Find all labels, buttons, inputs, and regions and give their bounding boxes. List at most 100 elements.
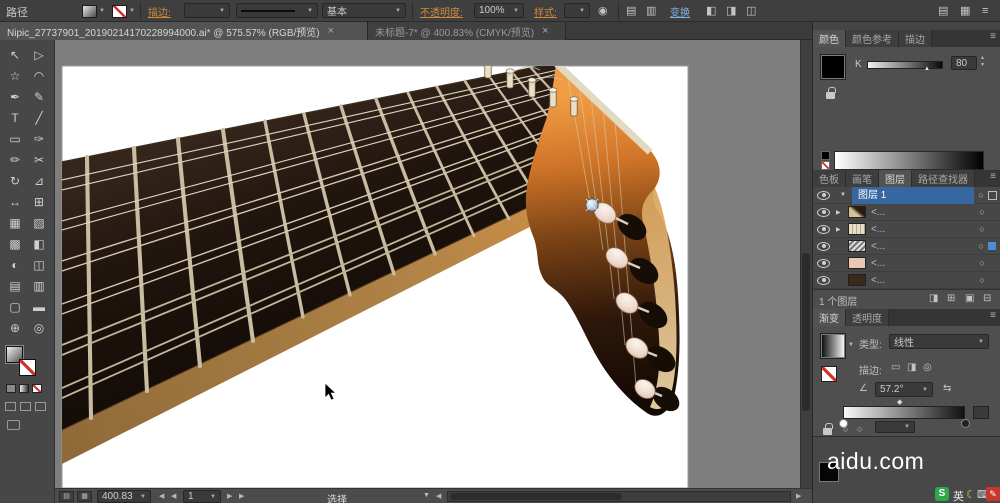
handwriting-icon[interactable]: ✎	[986, 487, 1000, 501]
target-circle-icon[interactable]: ○	[975, 275, 989, 285]
layer-label[interactable]: <...	[866, 241, 974, 252]
panel-menu-icon[interactable]: ≡	[985, 309, 1000, 326]
magic-wand-tool[interactable]: ☆	[4, 67, 26, 86]
symbol-sprayer-tool[interactable]: ▤	[4, 277, 26, 296]
draw-behind-button[interactable]	[20, 402, 31, 411]
make-mask-icon[interactable]: ◨	[929, 292, 938, 306]
blend-tool[interactable]: ◫	[28, 256, 50, 275]
hand-tool[interactable]: ⊕	[4, 319, 26, 338]
stroke-gradient-along-icon[interactable]: ◨	[907, 361, 916, 375]
slider-marker-icon[interactable]: ▲	[924, 66, 930, 72]
k-value-input[interactable]: 80	[951, 56, 977, 70]
line-tool[interactable]: ╱	[28, 109, 50, 128]
scissors-tool[interactable]: ✂	[28, 151, 50, 170]
status-icon[interactable]: ▦	[77, 491, 92, 502]
rectangle-tool[interactable]: ▭	[4, 130, 26, 149]
target-circle-icon[interactable]: ○	[974, 190, 988, 200]
stroke-color-swatch[interactable]: ▼	[112, 3, 135, 19]
layer-label[interactable]: <...	[866, 224, 975, 235]
stop-location-select[interactable]: ▼	[875, 421, 915, 433]
gradient-slider[interactable]	[843, 406, 965, 419]
slice-tool[interactable]: ▬	[28, 298, 50, 317]
tab-transparency[interactable]: 透明度	[846, 309, 889, 326]
reverse-gradient-icon[interactable]: ⇆	[943, 382, 951, 396]
direct-selection-tool[interactable]: ▷	[28, 46, 50, 65]
style-panel-link[interactable]: 样式:	[534, 4, 557, 19]
status-icon[interactable]: ▤	[59, 491, 74, 502]
eyedropper-tool[interactable]: ◐	[4, 256, 26, 275]
width-tool[interactable]: ↔	[4, 193, 26, 212]
close-icon[interactable]: ×	[542, 25, 548, 37]
prev-artboard-button[interactable]: ◀	[171, 492, 176, 500]
black-swatch[interactable]	[821, 151, 830, 160]
stroke-panel-link[interactable]: 描边:	[148, 4, 171, 19]
stroke-weight-select[interactable]: ▼	[184, 3, 230, 18]
workspace-icon[interactable]: ▤	[938, 4, 948, 18]
layer-label[interactable]: <...	[866, 275, 975, 286]
gradient-mode-button[interactable]	[19, 384, 29, 393]
tab-brushes[interactable]: 画笔	[846, 170, 879, 187]
horizontal-scrollbar-thumb[interactable]	[450, 493, 622, 500]
lock-icon[interactable]	[823, 423, 833, 435]
sogou-ime-icon[interactable]: S	[935, 487, 949, 501]
midpoint-diamond-icon[interactable]: ◆	[897, 398, 902, 406]
tab-pathfinder[interactable]: 路径查找器	[912, 170, 975, 187]
location-stop-icon[interactable]: ○	[857, 422, 862, 436]
vertical-scrollbar-thumb[interactable]	[802, 253, 810, 411]
reverse-swatch[interactable]	[821, 366, 837, 382]
artboard-number-select[interactable]: 1 ▼	[183, 490, 221, 503]
color-mode-button[interactable]	[6, 384, 16, 393]
group-icon[interactable]: ◨	[726, 4, 736, 18]
canvas-area[interactable]	[55, 40, 800, 488]
stroke-profile-select[interactable]: ▼	[236, 3, 318, 18]
recolor-artwork-icon[interactable]: ◉	[598, 4, 608, 18]
document-tab-1[interactable]: Nipic_27737901_20190214170228994000.ai* …	[0, 22, 368, 40]
target-circle-icon[interactable]: ○	[975, 224, 989, 234]
opacity-panel-link[interactable]: 不透明度:	[420, 4, 463, 19]
first-artboard-button[interactable]: ◀	[159, 492, 164, 500]
layer-row-header[interactable]: ▼ 图层 1 ○	[813, 186, 1000, 204]
fill-color-swatch[interactable]: ▼	[82, 3, 105, 19]
isolate-icon[interactable]: ◫	[746, 4, 756, 18]
gradient-stop-right[interactable]	[961, 419, 970, 428]
stroke-gradient-within-icon[interactable]: ▭	[891, 361, 900, 375]
target-circle-icon[interactable]: ○	[975, 207, 989, 217]
visibility-eye-icon[interactable]	[817, 224, 830, 234]
spinner-down-icon[interactable]: ▼	[980, 62, 985, 68]
layer-row[interactable]: ▶ <... ○	[813, 221, 1000, 238]
style-swatch-select[interactable]: ▼	[564, 3, 590, 18]
new-layer-icon[interactable]: ▣	[965, 292, 974, 306]
type-tool[interactable]: T	[4, 109, 26, 128]
gradient-options-box[interactable]	[973, 406, 989, 419]
none-swatch[interactable]	[821, 161, 830, 170]
layer-name[interactable]: 图层 1	[852, 186, 974, 204]
expand-closed-icon[interactable]: ▶	[836, 209, 848, 216]
zoom-tool[interactable]: ◎	[28, 319, 50, 338]
layer-label[interactable]: <...	[866, 258, 975, 269]
paintbrush-tool[interactable]: ✑	[28, 130, 50, 149]
stroke-proxy-swatch[interactable]	[19, 359, 36, 376]
tab-stroke[interactable]: 描边	[899, 30, 932, 47]
color-spectrum-bar[interactable]	[834, 151, 984, 170]
opacity-select[interactable]: 100% ▼	[474, 3, 524, 18]
gradient-tool[interactable]: ◧	[28, 235, 50, 254]
tab-color[interactable]: 颜色	[813, 30, 846, 47]
current-color-swatch[interactable]	[820, 54, 846, 80]
shape-builder-tool[interactable]: ▦	[4, 214, 26, 233]
document-tab-2[interactable]: 未标题-7* @ 400.83% (CMYK/预览) ×	[368, 22, 566, 40]
visibility-eye-icon[interactable]	[817, 258, 830, 268]
layer-label[interactable]: <...	[866, 207, 975, 218]
perspective-grid-tool[interactable]: ▧	[28, 214, 50, 233]
curvature-tool[interactable]: ✎	[28, 88, 50, 107]
target-circle-icon[interactable]: ○	[974, 241, 988, 251]
free-transform-tool[interactable]: ⊞	[28, 193, 50, 212]
mesh-tool[interactable]: ▩	[4, 235, 26, 254]
zoom-level-select[interactable]: 400.83 ▼	[97, 490, 151, 503]
layer-row[interactable]: ▶ <... ○	[813, 204, 1000, 221]
scale-tool[interactable]: ⊿	[28, 172, 50, 191]
guitar-illustration[interactable]	[55, 40, 800, 488]
opacity-stop-icon[interactable]: ○	[843, 422, 848, 436]
close-icon[interactable]: ×	[328, 25, 334, 37]
visibility-eye-icon[interactable]	[817, 241, 830, 251]
visibility-eye-icon[interactable]	[817, 275, 830, 285]
